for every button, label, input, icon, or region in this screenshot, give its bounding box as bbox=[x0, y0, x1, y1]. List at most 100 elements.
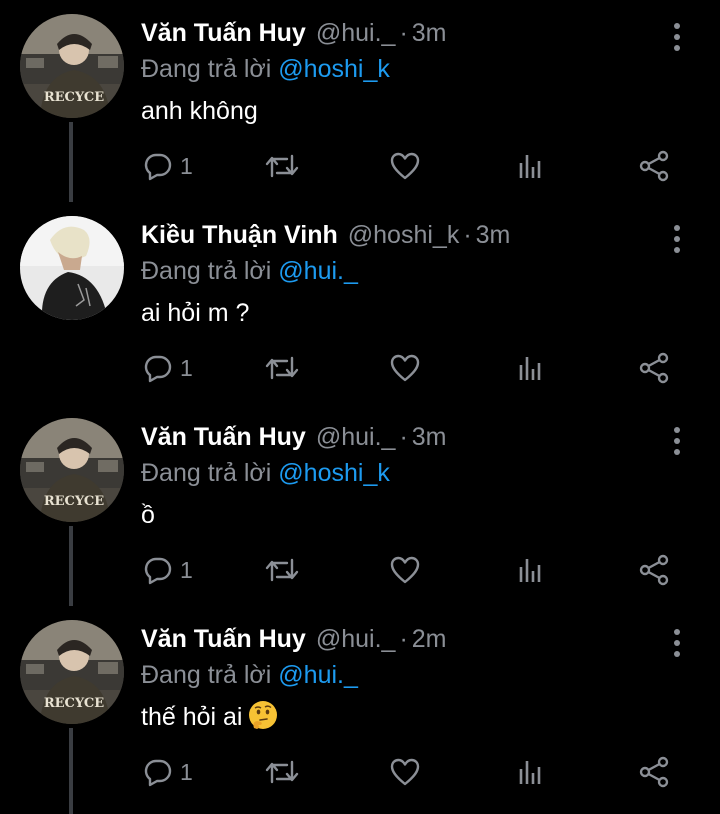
heart-icon bbox=[390, 354, 420, 382]
mention-link[interactable]: @hoshi_k bbox=[278, 55, 390, 83]
user-handle[interactable]: @hui._ bbox=[316, 625, 396, 653]
separator-dot: · bbox=[399, 625, 408, 653]
like-button[interactable] bbox=[389, 346, 421, 390]
reply-count: 1 bbox=[180, 354, 193, 381]
like-button[interactable] bbox=[389, 548, 421, 592]
timestamp[interactable]: 3m bbox=[476, 221, 511, 249]
analytics-icon bbox=[519, 761, 541, 784]
reply-count: 1 bbox=[180, 556, 193, 583]
avatar[interactable]: RECYCE bbox=[20, 620, 124, 724]
tweet-text-content: thế hỏi ai bbox=[141, 703, 243, 731]
separator-dot: · bbox=[399, 19, 408, 47]
tweet-text-content: anh không bbox=[141, 97, 258, 125]
avatar[interactable]: RECYCE bbox=[20, 14, 124, 118]
user-handle[interactable]: @hui._ bbox=[316, 19, 396, 47]
replying-to: Đang trả lời @hui._ bbox=[141, 658, 358, 692]
analytics-icon bbox=[519, 155, 541, 178]
tweet-actions: 1 bbox=[0, 548, 720, 592]
tweet-header: Kiều Thuận Vinh @hoshi_k · 3m bbox=[141, 218, 510, 252]
retweet-icon bbox=[265, 558, 299, 582]
reply-icon bbox=[144, 355, 172, 383]
share-button[interactable] bbox=[638, 750, 670, 794]
separator-dot: · bbox=[463, 221, 472, 249]
heart-icon bbox=[390, 152, 420, 180]
more-options-icon[interactable] bbox=[666, 20, 688, 54]
replying-to-label: Đang trả lời bbox=[141, 55, 272, 83]
analytics-button[interactable] bbox=[514, 346, 546, 390]
analytics-icon bbox=[519, 357, 541, 380]
replying-to: Đang trả lời @hoshi_k bbox=[141, 52, 390, 86]
reply-button[interactable]: 1 bbox=[142, 750, 193, 794]
tweet-text-content: ai hỏi m ? bbox=[141, 299, 250, 327]
tweet-text: anh không bbox=[141, 94, 258, 128]
share-icon bbox=[639, 150, 669, 182]
tweet[interactable]: RECYCE Văn Tuấn Huy @hui._ · 3m Đang trả lờ… bbox=[0, 404, 720, 606]
timestamp[interactable]: 2m bbox=[412, 625, 447, 653]
tweet-actions: 1 bbox=[0, 346, 720, 390]
user-handle[interactable]: @hoshi_k bbox=[348, 221, 460, 249]
retweet-button[interactable] bbox=[264, 750, 300, 794]
like-button[interactable] bbox=[389, 144, 421, 188]
user-handle[interactable]: @hui._ bbox=[316, 423, 396, 451]
analytics-button[interactable] bbox=[514, 548, 546, 592]
tweet-actions: 1 bbox=[0, 750, 720, 794]
svg-text:RECYCE: RECYCE bbox=[44, 696, 104, 711]
reply-count: 1 bbox=[180, 758, 193, 785]
tweet-header: Văn Tuấn Huy @hui._ · 3m bbox=[141, 420, 447, 454]
display-name[interactable]: Văn Tuấn Huy bbox=[141, 423, 306, 451]
timestamp[interactable]: 3m bbox=[412, 19, 447, 47]
replying-to-label: Đang trả lời bbox=[141, 661, 272, 689]
replying-to: Đang trả lời @hui._ bbox=[141, 254, 358, 288]
avatar[interactable]: RECYCE bbox=[20, 418, 124, 522]
share-button[interactable] bbox=[638, 144, 670, 188]
mention-link[interactable]: @hui._ bbox=[278, 661, 358, 689]
retweet-button[interactable] bbox=[264, 144, 300, 188]
reply-button[interactable]: 1 bbox=[142, 144, 193, 188]
retweet-icon bbox=[265, 154, 299, 178]
display-name[interactable]: Văn Tuấn Huy bbox=[141, 19, 306, 47]
retweet-icon bbox=[265, 356, 299, 380]
reply-count: 1 bbox=[180, 152, 193, 179]
tweet[interactable]: Kiều Thuận Vinh @hoshi_k · 3m Đang trả lời … bbox=[0, 202, 720, 404]
heart-icon bbox=[390, 758, 420, 786]
mention-link[interactable]: @hui._ bbox=[278, 257, 358, 285]
retweet-button[interactable] bbox=[264, 346, 300, 390]
tweet-text: ai hỏi m ? bbox=[141, 296, 249, 330]
replying-to: Đang trả lời @hoshi_k bbox=[141, 456, 390, 490]
avatar[interactable] bbox=[20, 216, 124, 320]
share-icon bbox=[639, 756, 669, 788]
tweet-text: ồ bbox=[141, 498, 155, 532]
share-icon bbox=[639, 352, 669, 384]
share-button[interactable] bbox=[638, 548, 670, 592]
more-options-icon[interactable] bbox=[666, 626, 688, 660]
tweet[interactable]: RECYCE Văn Tuấn Huy @hui._ · 2m Đang trả lờ… bbox=[0, 606, 720, 814]
share-button[interactable] bbox=[638, 346, 670, 390]
analytics-button[interactable] bbox=[514, 750, 546, 794]
reply-button[interactable]: 1 bbox=[142, 346, 193, 390]
more-options-icon[interactable] bbox=[666, 424, 688, 458]
separator-dot: · bbox=[399, 423, 408, 451]
reply-button[interactable]: 1 bbox=[142, 548, 193, 592]
reply-icon bbox=[144, 557, 172, 585]
display-name[interactable]: Văn Tuấn Huy bbox=[141, 625, 306, 653]
svg-text:RECYCE: RECYCE bbox=[44, 494, 104, 509]
thinking-face-icon bbox=[249, 701, 278, 729]
svg-text:RECYCE: RECYCE bbox=[44, 90, 104, 105]
replying-to-label: Đang trả lời bbox=[141, 257, 272, 285]
reply-icon bbox=[144, 759, 172, 787]
retweet-button[interactable] bbox=[264, 548, 300, 592]
replying-to-label: Đang trả lời bbox=[141, 459, 272, 487]
tweet-header: Văn Tuấn Huy @hui._ · 2m bbox=[141, 622, 447, 656]
display-name[interactable]: Kiều Thuận Vinh bbox=[141, 221, 338, 249]
analytics-button[interactable] bbox=[514, 144, 546, 188]
analytics-icon bbox=[519, 559, 541, 582]
retweet-icon bbox=[265, 760, 299, 784]
more-options-icon[interactable] bbox=[666, 222, 688, 256]
like-button[interactable] bbox=[389, 750, 421, 794]
tweet-text: thế hỏi ai bbox=[141, 700, 278, 734]
heart-icon bbox=[390, 556, 420, 584]
tweet[interactable]: RECYCE Văn Tuấn Huy @hui._ · 3m Đang trả lờ… bbox=[0, 0, 720, 202]
timestamp[interactable]: 3m bbox=[412, 423, 447, 451]
reply-icon bbox=[144, 153, 172, 181]
mention-link[interactable]: @hoshi_k bbox=[278, 459, 390, 487]
